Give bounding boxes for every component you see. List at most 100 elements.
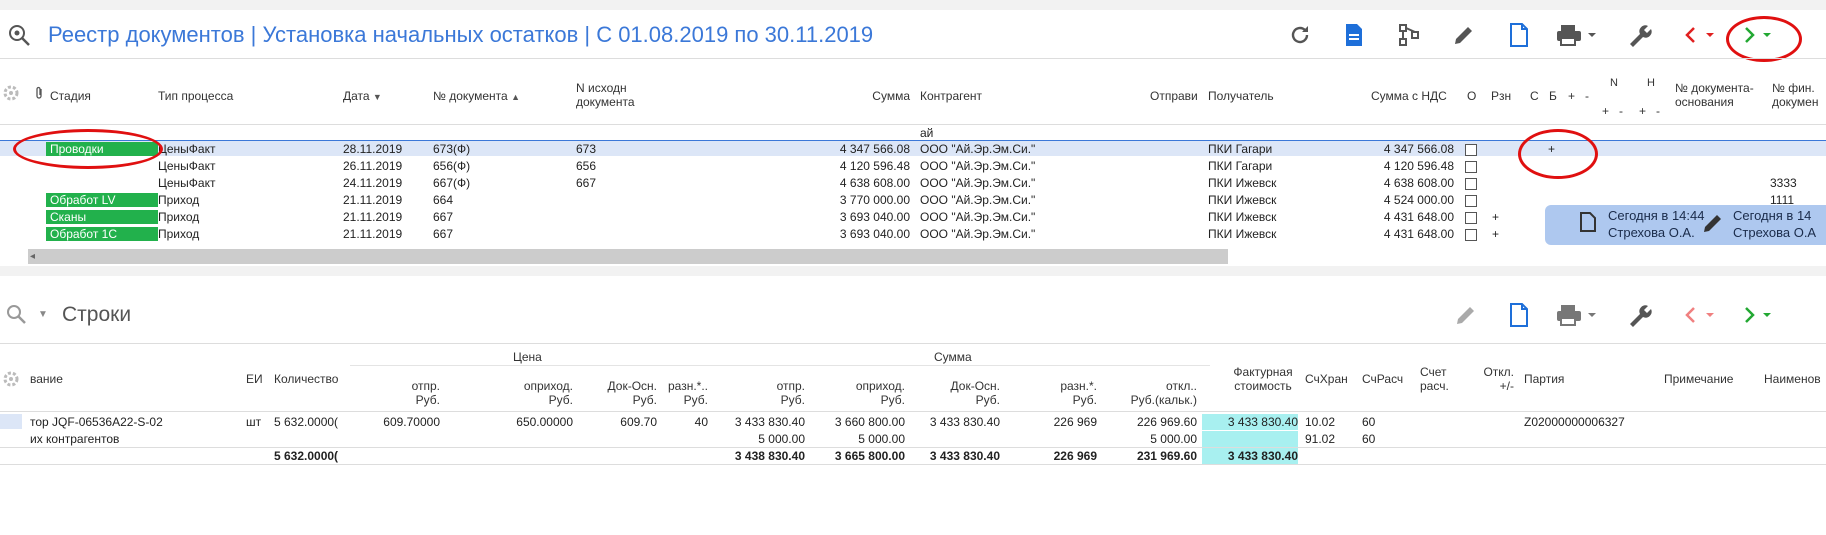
lines-print-icon[interactable]: [1554, 299, 1600, 331]
search-settings-icon[interactable]: [8, 24, 32, 51]
lines-new-document-icon[interactable]: [1503, 299, 1535, 331]
search-icon[interactable]: [6, 304, 28, 331]
lcol-p-dok-l1: Док-Осн.: [607, 379, 657, 393]
checkbox-o[interactable]: [1465, 212, 1477, 224]
stage-badge[interactable]: Обработ 1С: [46, 227, 158, 241]
table-row[interactable]: [0, 431, 1826, 446]
cell-sum-vat: 4 431 648.00: [1383, 227, 1454, 241]
document-outline-icon: [1580, 212, 1596, 237]
checkbox-o[interactable]: [1465, 161, 1477, 173]
lcol-sch-hran[interactable]: СчХран: [1305, 372, 1348, 386]
print-icon[interactable]: [1554, 19, 1600, 51]
lcol-s-dok[interactable]: Док-Осн. Руб.: [920, 379, 1000, 407]
lcol-name[interactable]: вание: [30, 372, 63, 386]
lcol-unit[interactable]: ЕИ: [246, 372, 263, 386]
col-c[interactable]: С: [1530, 89, 1539, 103]
col-doc-num-label: № документа: [433, 89, 508, 103]
lcol-prim[interactable]: Примечание: [1664, 372, 1733, 386]
contractor-filter[interactable]: ай: [920, 126, 933, 140]
chevron-down-icon[interactable]: ▼: [38, 309, 48, 320]
checkbox-o[interactable]: [1465, 144, 1477, 156]
lines-prev-icon[interactable]: [1680, 299, 1724, 331]
lcol-fact-l1: Фактурная: [1233, 365, 1293, 379]
lcol-schet[interactable]: Счет расч.: [1420, 365, 1449, 393]
lcol-s-dok-l1: Док-Осн.: [950, 379, 1000, 393]
cell-sum: 4 638 608.00: [839, 176, 910, 190]
sort-desc-icon: ▼: [372, 92, 382, 102]
lcol-partiya[interactable]: Партия: [1524, 372, 1564, 386]
refresh-icon[interactable]: [1284, 19, 1316, 51]
gear-icon[interactable]: [2, 84, 20, 107]
col-sender[interactable]: Отправи: [1150, 89, 1198, 103]
lcol-p-dok[interactable]: Док-Осн. Руб.: [590, 379, 657, 407]
edit-icon[interactable]: [1448, 19, 1480, 51]
cell-sum: 4 120 596.48: [839, 159, 910, 173]
cell-contractor: ООО "Ай.Эр.Эм.Си.": [920, 176, 1036, 190]
lcol-otkl[interactable]: Откл. +/-: [1470, 365, 1514, 393]
lcol-qty[interactable]: Количество: [274, 372, 338, 386]
col-n-minus[interactable]: -: [1619, 104, 1623, 118]
lcol-sch-rasch[interactable]: СчРасч: [1362, 372, 1403, 386]
col-sum-vat[interactable]: Сумма с НДС: [1371, 89, 1447, 103]
horizontal-scrollbar[interactable]: [28, 249, 1228, 264]
lcol-p-oprih[interactable]: оприход. Руб.: [453, 379, 573, 407]
col-orig-doc-l1: N исходн: [576, 81, 627, 95]
highlight-stage-oval: [13, 129, 163, 169]
lcol-s-otpr[interactable]: отпр. Руб.: [715, 379, 805, 407]
new-document-icon[interactable]: [1503, 19, 1535, 51]
lcol-s-razn[interactable]: разн.*. Руб.: [1010, 379, 1097, 407]
header-divider: [0, 124, 1826, 125]
document-icon[interactable]: [1338, 19, 1370, 51]
col-rzn[interactable]: Рзн: [1491, 89, 1511, 103]
lcol-naim[interactable]: Наименов: [1764, 372, 1821, 386]
stage-badge[interactable]: Обработ LV: [46, 193, 158, 207]
col-plus[interactable]: +: [1568, 89, 1575, 103]
row-selector[interactable]: [0, 414, 22, 429]
col-doc-num[interactable]: № документа ▲: [433, 89, 520, 104]
col-base-doc[interactable]: № документа-основания: [1675, 81, 1754, 109]
lcol-s-otkl[interactable]: откл.. Руб.(кальк.): [1105, 379, 1197, 407]
lines-gear-icon[interactable]: [2, 370, 20, 393]
checkbox-o[interactable]: [1465, 195, 1477, 207]
page-title: Реестр документов | Установка начальных …: [48, 22, 874, 47]
cell-doc-num: 664: [433, 193, 454, 207]
checkbox-o[interactable]: [1465, 229, 1477, 241]
scroll-left-icon[interactable]: ◂: [30, 251, 35, 262]
col-stage[interactable]: Стадия: [50, 89, 91, 103]
col-h-minus[interactable]: -: [1656, 104, 1660, 118]
lcol-s-razn-l1: разн.*.: [1060, 379, 1097, 393]
stage-badge[interactable]: Сканы: [46, 210, 158, 224]
lcol-s-oprih[interactable]: оприход. Руб.: [815, 379, 905, 407]
top-strip: [0, 0, 1826, 10]
prev-icon[interactable]: [1680, 19, 1724, 51]
col-contractor[interactable]: Контрагент: [920, 89, 982, 103]
col-process-type[interactable]: Тип процесса: [158, 89, 233, 103]
col-receiver[interactable]: Получатель: [1208, 89, 1274, 103]
tools-icon[interactable]: [1623, 19, 1655, 51]
lines-tools-icon[interactable]: [1623, 299, 1655, 331]
lcol-p-razn-l2: Руб.: [683, 393, 708, 407]
col-h-plus[interactable]: +: [1639, 104, 1646, 118]
lcol-p-razn[interactable]: разн.*.. Руб.: [663, 379, 708, 407]
process-icon[interactable]: [1393, 19, 1425, 51]
col-h[interactable]: Н: [1647, 76, 1655, 90]
lcol-fact[interactable]: Фактурная стоимость: [1228, 365, 1298, 393]
lcol-p-otpr[interactable]: отпр. Руб.: [350, 379, 440, 407]
col-orig-doc[interactable]: N исходн документа: [576, 81, 635, 109]
lcol-p-otpr-l2: Руб.: [415, 393, 440, 407]
col-n[interactable]: N: [1610, 76, 1618, 90]
lines-title: Строки: [62, 303, 132, 326]
col-o[interactable]: О: [1467, 89, 1476, 103]
checkbox-o[interactable]: [1465, 178, 1477, 190]
col-sum[interactable]: Сумма: [820, 89, 910, 103]
col-b[interactable]: Б: [1549, 89, 1557, 103]
col-n-plus[interactable]: +: [1602, 104, 1609, 118]
lines-next-icon[interactable]: [1737, 299, 1781, 331]
col-date[interactable]: Дата ▼: [343, 89, 382, 104]
col-minus[interactable]: -: [1585, 89, 1589, 103]
notification-user-2: Стрехова О.А: [1733, 225, 1817, 240]
lines-edit-icon[interactable]: [1450, 299, 1482, 331]
attachment-icon[interactable]: [34, 86, 44, 105]
col-fin-doc[interactable]: № фин. докумен: [1772, 81, 1818, 109]
totals-divider: [0, 447, 1826, 448]
